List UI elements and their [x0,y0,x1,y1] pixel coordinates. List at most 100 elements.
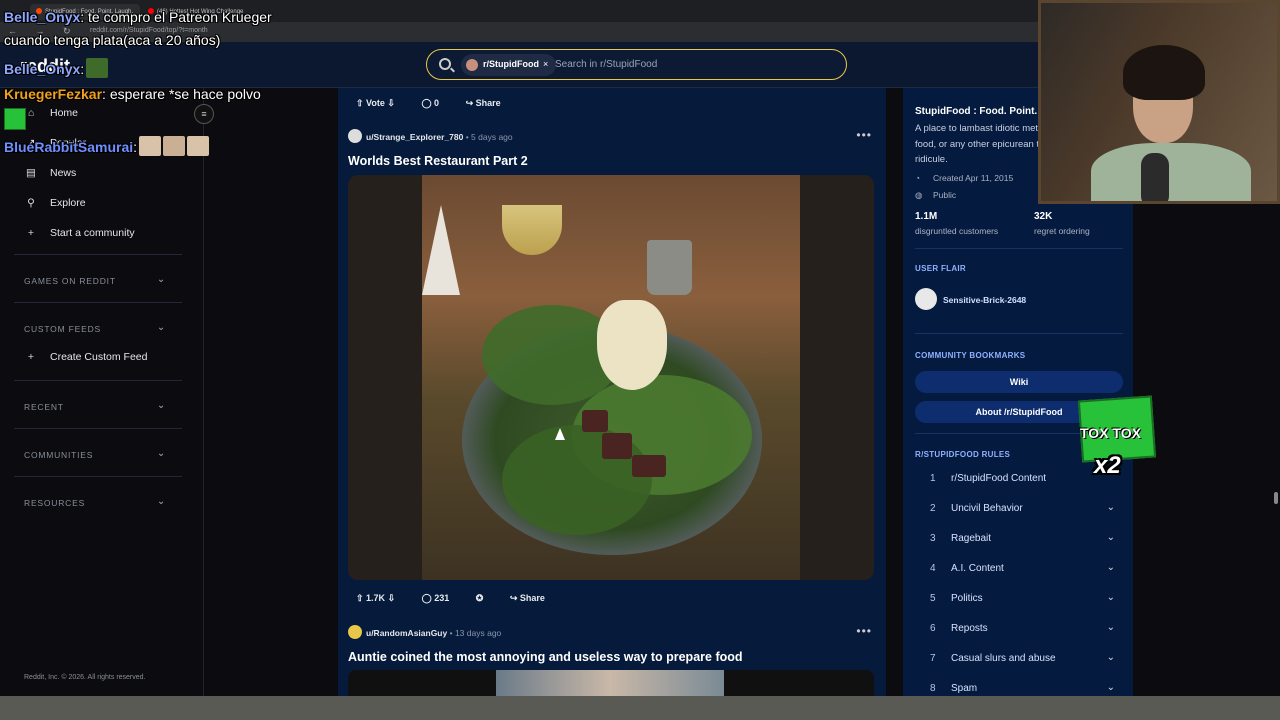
vote-button[interactable]: ⇧ Vote ⇩ [348,92,403,114]
rule-item[interactable]: 8 Spam ⌄ [915,683,1115,696]
image-blur-left [348,175,422,580]
emote-icon [86,58,109,78]
rule-item[interactable]: 1 r/StupidFood Content [915,473,1115,491]
search-input[interactable]: Search in r/StupidFood [555,59,657,70]
sticker-text: TOX TOX [1080,425,1141,441]
rule-item[interactable]: 4 A.I. Content ⌄ [915,562,1115,581]
post-author[interactable]: u/RandomAsianGuy [366,628,447,638]
more-options-icon[interactable]: ••• [856,128,872,142]
comments-button[interactable]: ◯ 0 [413,92,447,114]
sidebar-item-explore[interactable]: ⚲ Explore [24,193,86,213]
video-thumbnail [496,670,724,696]
more-options-icon[interactable]: ••• [856,624,872,638]
emote-icon [163,136,186,156]
post-time: 13 days ago [454,628,502,638]
member-count: 1.1M [915,211,938,222]
post-image[interactable] [348,670,874,696]
search-icon [439,58,451,70]
section-recent[interactable]: RECENT ⌄ [24,400,168,412]
chat-username: KruegerFezkar [4,86,103,102]
microphone-icon [1141,153,1169,201]
rule-item[interactable]: 3 Ragebait ⌄ [915,532,1115,551]
share-label: Share [475,98,501,108]
chat-message: BlueRabbitSamurai: [4,136,210,156]
tox-emote-icon [4,108,26,130]
section-resources[interactable]: RESOURCES ⌄ [24,496,168,508]
chevron-down-icon: ⌄ [1106,592,1115,603]
post-author[interactable]: u/Strange_Explorer_780 [366,132,463,142]
rule-item[interactable]: 2 Uncivil Behavior ⌄ [915,502,1115,521]
rule-item[interactable]: 6 Reposts ⌄ [915,622,1115,641]
cup-shape [647,240,692,295]
bookmarks-heading: COMMUNITY BOOKMARKS [915,351,1026,360]
rule-item[interactable]: 5 Politics ⌄ [915,592,1115,611]
avatar[interactable] [348,129,362,143]
chat-text: : [133,139,138,155]
post-feed: ⇧ Vote ⇩ ◯ 0 ↪ Share u/Strange_Explorer_… [338,88,886,696]
footer-copyright[interactable]: Reddit, Inc. © 2026. All rights reserved… [24,674,146,681]
rule-number: 3 [930,533,936,544]
post-title[interactable]: Worlds Best Restaurant Part 2 [348,154,528,168]
comments-button[interactable]: ◯ 231 [414,587,458,609]
globe-icon: ◍ [915,190,923,200]
sidebar-item-label: Explore [50,197,86,209]
plus-icon: + [27,227,35,239]
news-icon: ▤ [26,167,36,179]
home-icon: ⌂ [27,107,35,119]
subreddit-avatar [466,59,478,71]
search-bar[interactable]: r/StupidFood × Search in r/StupidFood [426,49,847,80]
sidebar-item-label: Start a community [50,227,135,239]
section-communities[interactable]: COMMUNITIES ⌄ [24,448,168,460]
vote-button[interactable]: ⇧ 1.7K ⇩ [348,587,403,609]
cake-icon: ◔ [915,173,921,183]
rules-heading: R/STUPIDFOOD RULES [915,450,1011,459]
section-label: RECENT [24,402,64,412]
rule-title: Reposts [951,623,988,634]
post-title[interactable]: Auntie coined the most annoying and usel… [348,650,743,664]
share-button[interactable]: ↪ Share [502,587,553,609]
chat-text: : te compro el Patreon Krueger [80,9,272,25]
visibility-text: Public [933,190,957,200]
mouse-cursor-icon [555,428,565,440]
user-flair[interactable]: Sensitive-Brick-2648 [915,288,1026,310]
divider [14,302,182,303]
sidebar-item-start-community[interactable]: + Start a community [24,223,135,243]
rule-title: Uncivil Behavior [951,503,1023,514]
chevron-down-icon: ⌄ [1106,683,1115,693]
create-custom-feed-button[interactable]: + Create Custom Feed [24,347,148,367]
divider [915,248,1123,249]
streamer-hair [1123,45,1205,100]
share-button[interactable]: ↪ Share [458,92,509,114]
avatar [915,288,937,310]
chip-close-icon[interactable]: × [543,59,548,69]
post-image[interactable] [348,175,874,580]
post-meta: u/RandomAsianGuy • 13 days ago [348,625,501,639]
section-custom-feeds[interactable]: CUSTOM FEEDS ⌄ [24,322,168,334]
section-games-on-reddit[interactable]: GAMES ON REDDIT ⌄ [24,274,168,286]
divider [14,428,182,429]
page-scrollbar[interactable] [1274,492,1278,504]
sidebar-item-news[interactable]: ▤ News [24,163,76,183]
streamer-shirt [1091,143,1251,201]
subreddit-search-chip[interactable]: r/StupidFood × [461,54,557,76]
rule-number: 6 [930,623,936,634]
chevron-down-icon: ⌄ [156,496,166,507]
meat-shape [602,433,632,459]
chat-message: Belle_Onyx: te compro el Patreon Krueger [4,9,272,25]
bookmark-wiki-button[interactable]: Wiki [915,371,1123,393]
emote-icon [139,136,162,156]
section-label: GAMES ON REDDIT [24,276,116,286]
rule-item[interactable]: 7 Casual slurs and abuse ⌄ [915,652,1115,671]
avatar[interactable] [348,625,362,639]
chat-message: KruegerFezkar: esperare *se hace polvo [4,86,261,102]
user-flair-heading: USER FLAIR [915,264,966,273]
chevron-down-icon: ⌄ [1106,652,1115,663]
online-label: regret ordering [1034,226,1090,236]
rule-title: Casual slurs and abuse [951,653,1056,664]
sidebar-item-home[interactable]: ⌂ Home [24,103,78,123]
comment-count: 0 [434,98,440,108]
sidebar-item-label: News [50,167,77,179]
stream-bottom-bar [0,696,1280,720]
award-button[interactable]: ✪ [468,587,492,609]
collapse-sidebar-button[interactable]: ≡ [194,104,214,124]
